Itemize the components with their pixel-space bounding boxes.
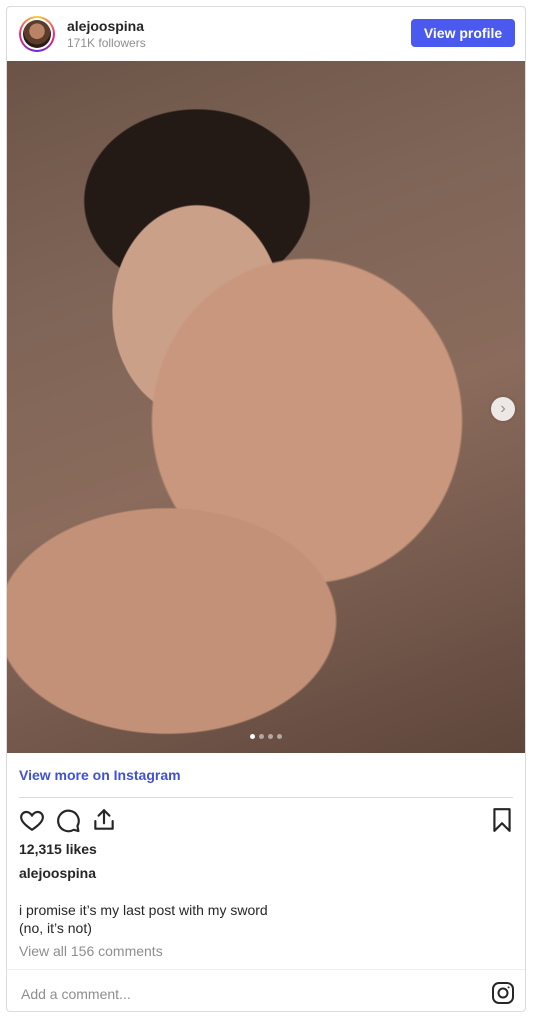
caption-username[interactable]: alejoospina [19, 865, 96, 881]
divider [7, 969, 525, 970]
instagram-embed-card: alejoospina 171K followers View profile … [6, 6, 526, 1012]
action-bar [19, 807, 515, 835]
post-photo[interactable]: › [7, 61, 525, 753]
view-comments-link[interactable]: View all 156 comments [19, 943, 163, 959]
divider [19, 797, 513, 798]
carousel-indicator [7, 734, 525, 739]
carousel-dot [259, 734, 264, 739]
carousel-dot [268, 734, 273, 739]
carousel-dot [250, 734, 255, 739]
avatar[interactable] [19, 16, 55, 52]
view-more-link[interactable]: View more on Instagram [19, 767, 181, 783]
instagram-icon[interactable] [491, 981, 515, 1005]
caption-line: i promise it’s my last post with my swor… [19, 902, 268, 918]
share-icon[interactable] [91, 807, 117, 833]
post-header: alejoospina 171K followers View profile [7, 7, 525, 61]
bookmark-icon[interactable] [489, 807, 515, 833]
chevron-right-icon[interactable]: › [491, 397, 515, 421]
carousel-dot [277, 734, 282, 739]
like-count: 12,315 likes [19, 841, 97, 857]
caption: i promise it’s my last post with my swor… [19, 901, 268, 937]
add-comment-input[interactable] [19, 979, 463, 1009]
view-profile-button[interactable]: View profile [411, 19, 515, 47]
username[interactable]: alejoospina [67, 18, 144, 34]
heart-icon[interactable] [19, 807, 45, 833]
caption-line: (no, it’s not) [19, 920, 92, 936]
follower-count: 171K followers [67, 36, 146, 50]
comment-icon[interactable] [55, 807, 81, 833]
